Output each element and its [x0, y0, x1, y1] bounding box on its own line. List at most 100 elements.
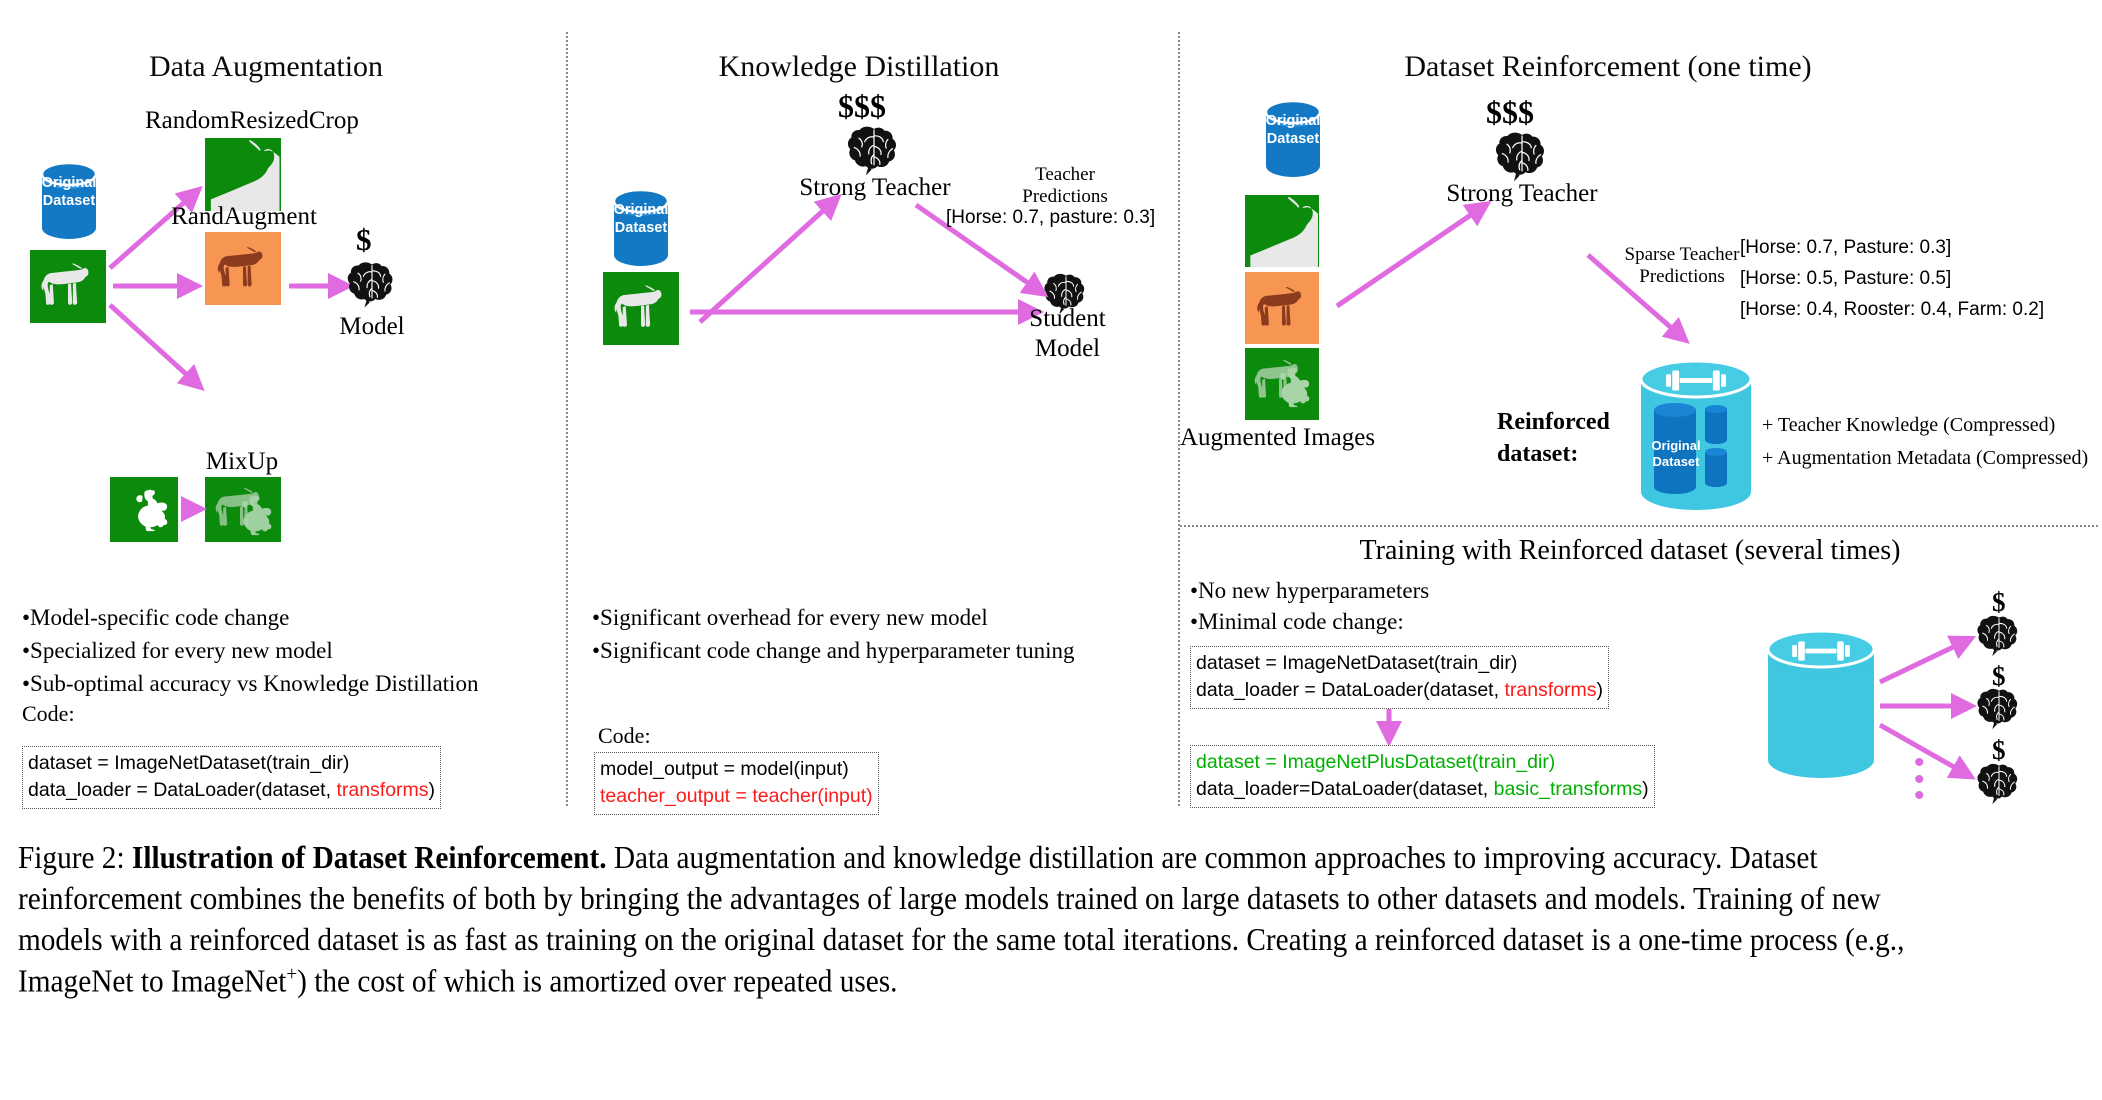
- teacher-predictions-line2: Predictions: [1022, 185, 1108, 207]
- label-strong-teacher-panel3: Strong Teacher: [1446, 180, 1598, 207]
- code-text: data_loader=DataLoader(dataset,: [1196, 777, 1494, 800]
- code-text: ): [428, 778, 436, 801]
- panel-title-dataset-reinforcement: Dataset Reinforcement (one time): [1404, 50, 1812, 83]
- label-randomresizedcrop: RandomResizedCrop: [145, 107, 359, 134]
- teacher-predictions-line1: Teacher: [1035, 164, 1095, 185]
- bullet-item: •Specialized for every new model: [22, 638, 333, 663]
- addition-row: + Teacher Knowledge (Compressed): [1762, 414, 2056, 436]
- original-dataset-label-panel3: Original Dataset: [1257, 112, 1329, 148]
- reinforced-inner-label-line2: Dataset: [1652, 454, 1700, 470]
- trained-model-brain-2: [1976, 688, 2018, 730]
- code-text: data_loader = DataLoader(dataset,: [1196, 678, 1505, 701]
- label-augmented-images: Augmented Images: [1180, 424, 1376, 451]
- label-strong-teacher-panel2: Strong Teacher: [799, 174, 951, 201]
- arrow-dataset-to-teacher: [698, 193, 842, 324]
- bullet-item: •Significant overhead for every new mode…: [592, 605, 988, 630]
- caption-figure-number: Figure 2:: [18, 840, 125, 875]
- original-dataset-label-line2: Dataset: [42, 193, 96, 210]
- reinforced-inner-dataset-label: Original Dataset: [1643, 438, 1709, 471]
- code-line: dataset = ImageNetDataset(train_dir): [1196, 652, 1518, 674]
- arrow-images-to-teacher: [1335, 200, 1492, 309]
- bullet-item: •Minimal code change:: [1190, 609, 1404, 634]
- figure-caption: Figure 2: Illustration of Dataset Reinfo…: [18, 838, 1943, 1002]
- code-caption-panel1: Code:: [22, 701, 75, 726]
- code-block-panel1: dataset = ImageNetDataset(train_dir) dat…: [22, 746, 442, 809]
- training-ellipsis: • • •: [1914, 746, 1925, 812]
- original-dataset-label-line1: Original: [613, 202, 669, 218]
- prediction-row: [Horse: 0.4, Rooster: 0.4, Farm: 0.2]: [1740, 299, 2045, 320]
- label-model-panel1: Model: [339, 313, 405, 340]
- bullets-panel1: •Model-specific code change •Specialized…: [22, 605, 478, 730]
- panel-title-knowledge-distillation: Knowledge Distillation: [718, 50, 1000, 83]
- code-block-after: dataset = ImageNetPlusDataset(train_dir)…: [1190, 745, 1655, 808]
- teacher-prediction-value: [Horse: 0.7, pasture: 0.3]: [946, 207, 1156, 228]
- prediction-row: [Horse: 0.7, Pasture: 0.3]: [1740, 237, 1952, 258]
- student-label-line1: Student: [1029, 305, 1106, 332]
- divider-panel2-panel3: [1178, 32, 1180, 806]
- strong-teacher-brain-icon-panel2: [847, 126, 897, 176]
- label-student-model: Student Model: [1000, 305, 1135, 363]
- trained-model-cost-3: $: [1992, 735, 2006, 765]
- bullet-item: •Significant code change and hyperparame…: [592, 638, 1075, 663]
- code-line: model_output = model(input): [600, 758, 849, 780]
- code-text: data_loader = DataLoader(dataset,: [28, 778, 337, 801]
- teacher-cost-dollars-panel2: $$$: [838, 88, 886, 124]
- original-dataset-label-line1: Original: [41, 175, 97, 191]
- code-line-imagenetplus: dataset = ImageNetPlusDataset(train_dir): [1196, 751, 1556, 773]
- model-cost-dollar-panel1: $: [356, 222, 372, 257]
- bullet-item: •No new hyperparameters: [1190, 578, 1430, 603]
- code-text: ): [1642, 777, 1649, 800]
- code-text: ): [1596, 678, 1604, 701]
- addition-row: + Augmentation Metadata (Compressed): [1762, 447, 2089, 469]
- strong-teacher-brain-icon-panel3: [1495, 132, 1545, 182]
- original-dataset-label-line1: Original: [1265, 113, 1321, 129]
- original-dataset-label-panel2: Original Dataset: [605, 201, 677, 237]
- label-randaugment: RandAugment: [171, 203, 317, 230]
- reinforced-additions: + Teacher Knowledge (Compressed) + Augme…: [1762, 415, 2088, 468]
- code-line: dataset = ImageNetDataset(train_dir): [28, 752, 350, 774]
- arrow-train-model-1: [1878, 635, 1977, 685]
- label-mixup: MixUp: [205, 448, 279, 475]
- bullet-item: •Sub-optimal accuracy vs Knowledge Disti…: [22, 671, 479, 696]
- sparse-predictions-line2: Predictions: [1639, 265, 1725, 287]
- code-caption-panel2: Code:: [598, 723, 651, 748]
- caption-body-part2: ) the cost of which is amortized over re…: [297, 963, 898, 999]
- student-label-line2: Model: [1034, 335, 1101, 362]
- bullets-panel4: •No new hyperparameters •Minimal code ch…: [1190, 578, 1429, 635]
- caption-bold-title: Illustration of Dataset Reinforcement.: [131, 840, 607, 875]
- trained-model-cost-2: $: [1992, 661, 2006, 691]
- reinforced-label-line1: Reinforced: [1497, 409, 1610, 435]
- sparse-predictions-values: [Horse: 0.7, Pasture: 0.3] [Horse: 0.5, …: [1740, 238, 2044, 319]
- sparse-teacher-predictions-label: Sparse Teacher Predictions: [1602, 244, 1762, 288]
- code-line: data_loader = DataLoader(dataset, transf…: [1196, 677, 1603, 704]
- code-block-panel2: model_output = model(input) teacher_outp…: [594, 752, 879, 815]
- caption-superscript: +: [286, 962, 298, 985]
- original-dataset-label-line2: Dataset: [614, 220, 668, 237]
- code-highlight-transforms: transforms: [336, 778, 429, 801]
- panel-title-training-with-reinforced-dataset: Training with Reinforced dataset (severa…: [1359, 535, 1901, 566]
- reinforced-inner-label-line1: Original: [1651, 438, 1701, 453]
- divider-panel3-panel4: [1180, 525, 2098, 527]
- bullets-panel2: •Significant overhead for every new mode…: [592, 605, 1075, 664]
- trained-model-brain-3: [1976, 763, 2018, 805]
- code-line: data_loader=DataLoader(dataset, basic_tr…: [1196, 776, 1649, 803]
- code-line-teacher-output: teacher_output = teacher(input): [600, 784, 873, 807]
- reinforced-label-line2: dataset:: [1497, 441, 1579, 468]
- code-highlight-transforms: transforms: [1504, 678, 1597, 701]
- trained-model-brain-1: [1976, 615, 2018, 657]
- reinforced-dataset-cylinder: [1639, 359, 1753, 510]
- label-reinforced-dataset: Reinforced dataset:: [1497, 406, 1637, 471]
- trained-model-cost-1: $: [1992, 587, 2006, 617]
- arrow-to-mixup: [108, 303, 205, 392]
- teacher-cost-dollars-panel3: $$$: [1486, 94, 1534, 130]
- figure-illustration-of-dataset-reinforcement: Data Augmentation Original Dataset Rando…: [0, 0, 2102, 1100]
- prediction-row: [Horse: 0.5, Pasture: 0.5]: [1740, 268, 1952, 289]
- teacher-predictions-label: Teacher Predictions: [985, 164, 1145, 208]
- divider-panel1-panel2: [566, 32, 568, 806]
- code-highlight-basic-transforms: basic_transforms: [1493, 777, 1643, 800]
- sparse-predictions-line1: Sparse Teacher: [1624, 244, 1740, 265]
- panel-title-data-augmentation: Data Augmentation: [148, 50, 384, 83]
- training-reinforced-dataset-cylinder: [1766, 629, 1876, 778]
- code-line: data_loader = DataLoader(dataset, transf…: [28, 777, 435, 804]
- code-block-before: dataset = ImageNetDataset(train_dir) dat…: [1190, 646, 1610, 709]
